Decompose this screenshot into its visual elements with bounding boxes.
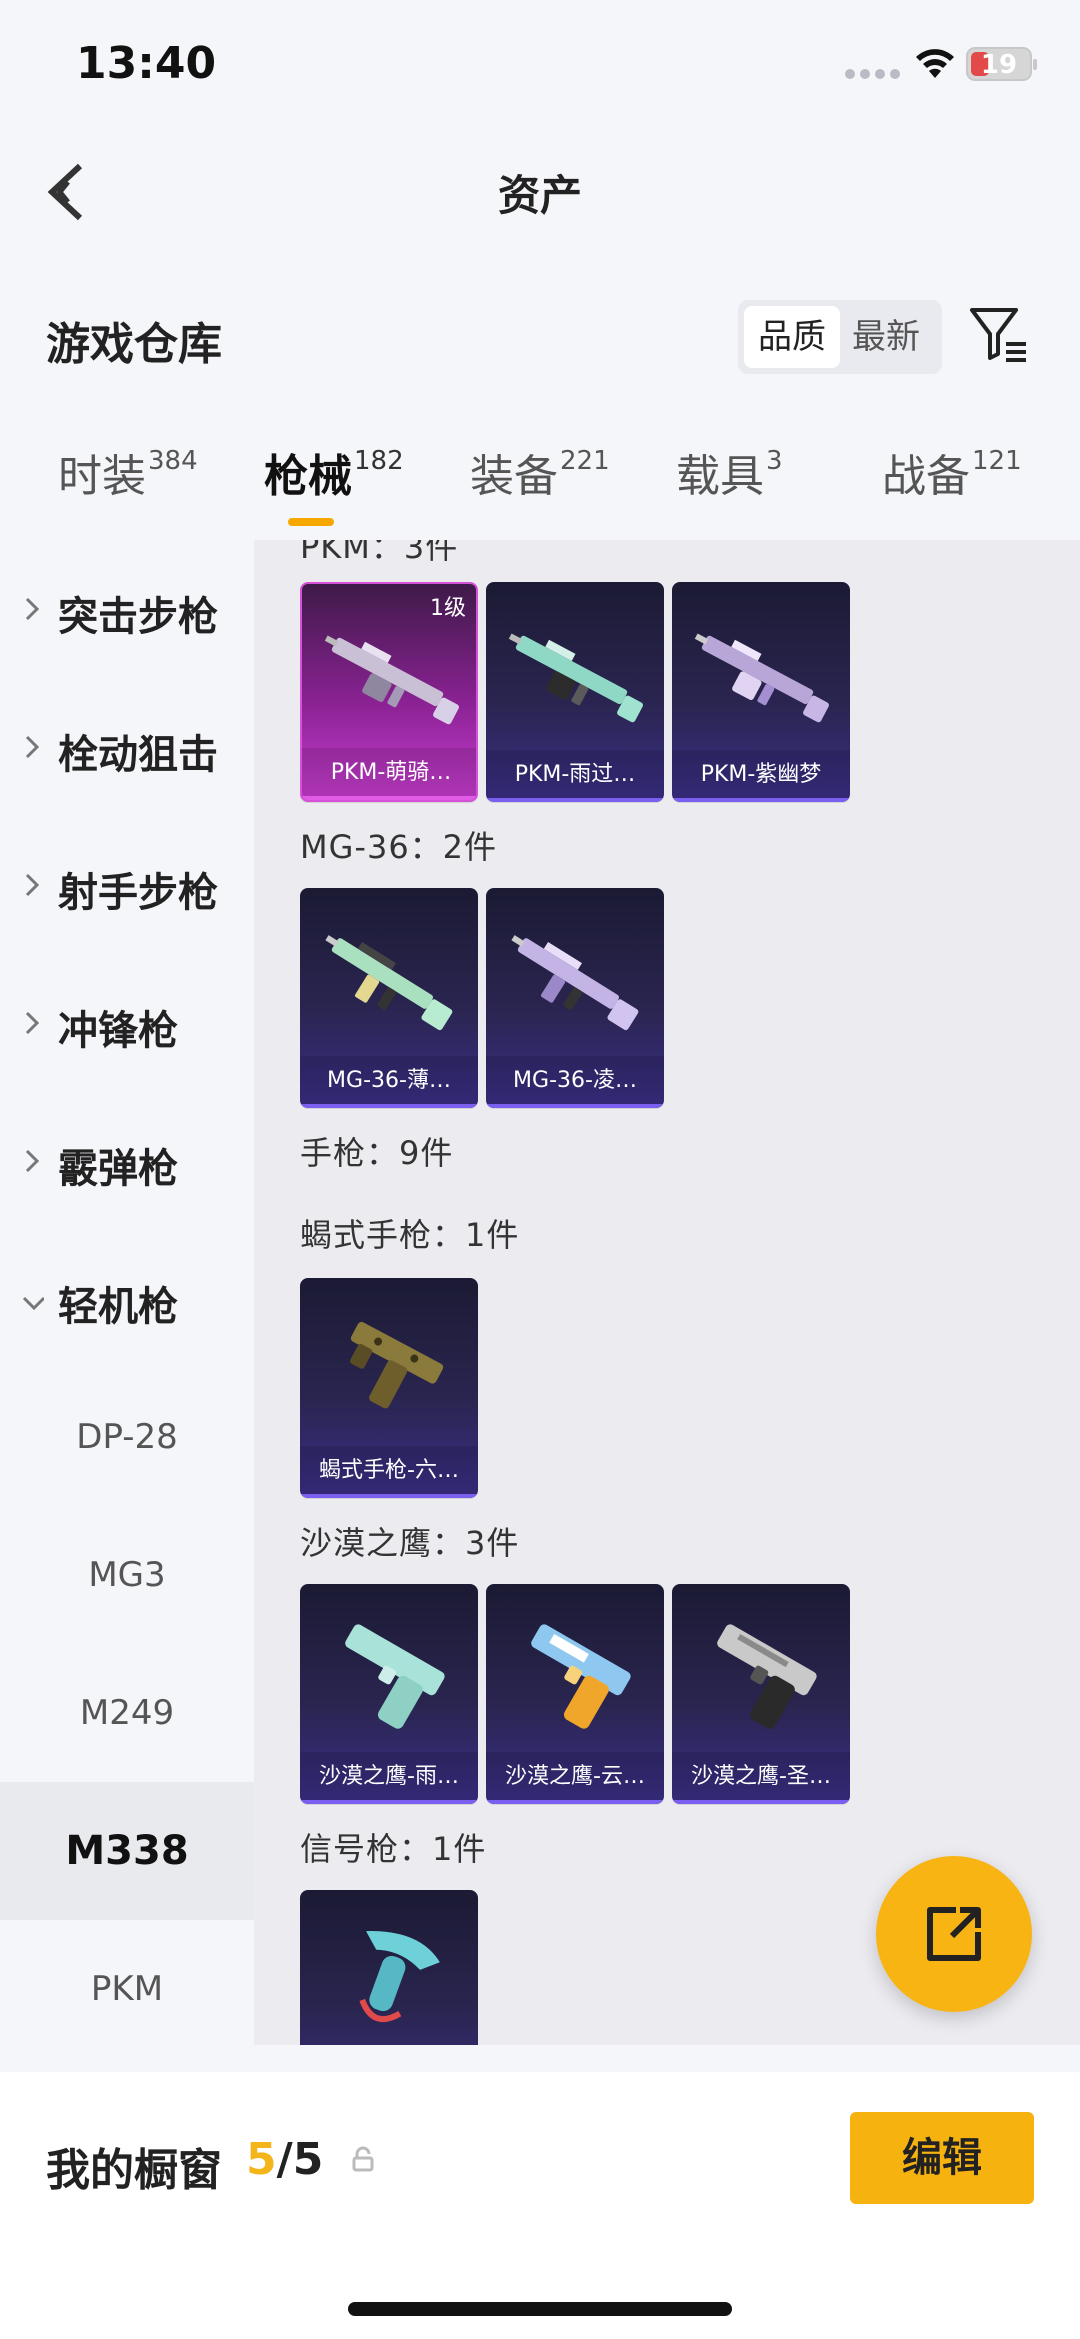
pistol-icon: [717, 1624, 817, 1729]
sidebar-item-lmg[interactable]: 轻机枪: [0, 1230, 254, 1368]
chevron-down-icon: [22, 1296, 44, 1311]
item-name: 蝎式手枪-六…: [300, 1446, 478, 1498]
tab-bar: 时装384 枪械182 装备221 载具3 战备121: [0, 440, 1080, 540]
status-bar: 13:40 19: [0, 0, 1080, 130]
pistol-icon: [531, 1624, 631, 1729]
chevron-right-icon: [25, 735, 40, 759]
machine-gun-icon: [508, 633, 643, 723]
item-name: 沙漠之鹰-雨…: [300, 1752, 478, 1804]
sort-toggle: 品质 最新: [738, 300, 942, 374]
pistol-icon: [345, 1624, 445, 1729]
sidebar-subitem-mg3[interactable]: MG3: [0, 1506, 254, 1644]
sidebar-subitem-m338[interactable]: M338: [0, 1782, 254, 1920]
category-sidebar: 突击步枪 栓动狙击 射手步枪 冲锋枪 霰弹枪 轻机枪 DP-28 MG3 M24…: [0, 540, 254, 2045]
group-title: 蝎式手枪：1件: [300, 1216, 520, 1254]
item-grid: PKM：3件 1级 PKM-萌骑… PKM-雨过… PKM-紫幽梦 MG-36：…: [254, 540, 1080, 2045]
signal-icon: [845, 64, 905, 83]
item-card[interactable]: 沙漠之鹰-雨…: [300, 1584, 478, 1804]
item-level-badge: 1级: [430, 596, 466, 621]
sidebar-item-marksman-rifle[interactable]: 射手步枪: [0, 816, 254, 954]
tab-fashion[interactable]: 时装384: [58, 440, 198, 504]
home-indicator: [348, 2302, 732, 2316]
share-button[interactable]: [876, 1856, 1032, 2012]
item-card[interactable]: PKM-紫幽梦: [672, 582, 850, 802]
page-header: 资产: [0, 130, 1080, 250]
sidebar-item-assault-rifle[interactable]: 突击步枪: [0, 540, 254, 678]
edit-button[interactable]: 编辑: [850, 2112, 1034, 2204]
tab-firearms[interactable]: 枪械182: [264, 440, 404, 504]
tab-supplies[interactable]: 战备121: [882, 440, 1022, 504]
group-title: MG-36：2件: [300, 828, 498, 866]
machine-gun-icon: [324, 635, 459, 725]
sidebar-item-label: 霰弹枪: [58, 1146, 178, 1192]
battery-icon: 19: [966, 47, 1037, 81]
group-title: PKM：3件: [300, 540, 459, 566]
item-card[interactable]: PKM-雨过…: [486, 582, 664, 802]
chevron-right-icon: [25, 1011, 40, 1035]
sidebar-item-smg[interactable]: 冲锋枪: [0, 954, 254, 1092]
warehouse-title: 游戏仓库: [46, 319, 222, 370]
sidebar-item-label: 射手步枪: [58, 870, 218, 916]
item-name: PKM-雨过…: [486, 750, 664, 802]
item-card[interactable]: 1级 PKM-萌骑…: [300, 582, 478, 802]
item-card[interactable]: 沙漠之鹰-圣…: [672, 1584, 850, 1804]
item-card[interactable]: MG-36-薄…: [300, 888, 478, 1108]
item-name: 沙漠之鹰-圣…: [672, 1752, 850, 1804]
item-card[interactable]: 蝎式手枪-六…: [300, 1278, 478, 1498]
battery-level: 19: [980, 50, 1018, 80]
machine-gun-icon: [325, 935, 453, 1031]
sidebar-item-label: 冲锋枪: [58, 1008, 178, 1054]
tab-equipment[interactable]: 装备221: [470, 440, 610, 504]
showcase-count: 5/5: [246, 2134, 323, 2185]
item-card[interactable]: [300, 1890, 478, 2045]
sidebar-subitem-dp28[interactable]: DP-28: [0, 1368, 254, 1506]
tab-vehicles[interactable]: 载具3: [676, 440, 783, 504]
wifi-icon: [916, 49, 954, 78]
group-title: 信号枪：1件: [300, 1830, 487, 1868]
flare-gun-icon: [359, 1931, 440, 2023]
item-name: PKM-萌骑…: [302, 748, 476, 800]
group-title: 沙漠之鹰：3件: [300, 1524, 520, 1562]
sidebar-item-shotgun[interactable]: 霰弹枪: [0, 1092, 254, 1230]
sort-newest-button[interactable]: 最新: [838, 306, 934, 368]
filter-icon[interactable]: [966, 302, 1032, 368]
item-card[interactable]: MG-36-凌…: [486, 888, 664, 1108]
machine-gun-icon: [511, 935, 639, 1031]
item-name: 沙漠之鹰-云…: [486, 1752, 664, 1804]
warehouse-header: 游戏仓库 品质 最新: [0, 290, 1080, 380]
machine-gun-icon: [694, 633, 829, 723]
page-title: 资产: [497, 171, 582, 220]
share-icon: [927, 1907, 981, 1961]
sidebar-item-label: 栓动狙击: [58, 732, 218, 778]
item-name: MG-36-薄…: [300, 1056, 478, 1108]
showcase-title: 我的橱窗: [46, 2145, 222, 2196]
clock: 13:40: [76, 38, 217, 89]
sort-quality-button[interactable]: 品质: [744, 306, 840, 368]
sidebar-item-label: 轻机枪: [58, 1284, 178, 1330]
chevron-right-icon: [25, 597, 40, 621]
tab-active-indicator: [288, 518, 334, 526]
chevron-right-icon: [25, 873, 40, 897]
lock-icon: [352, 2146, 374, 2172]
showcase-bar: 我的橱窗 5/5 编辑: [0, 2072, 1080, 2339]
item-name: MG-36-凌…: [486, 1056, 664, 1108]
sidebar-subitem-pkm[interactable]: PKM: [0, 1920, 254, 2045]
sidebar-item-bolt-sniper[interactable]: 栓动狙击: [0, 678, 254, 816]
item-card[interactable]: 沙漠之鹰-云…: [486, 1584, 664, 1804]
sidebar-item-label: 突击步枪: [58, 594, 218, 640]
pistol-icon: [349, 1321, 444, 1409]
showcase-total: /5: [276, 2134, 324, 2185]
group-title: 手枪：9件: [300, 1134, 454, 1172]
sidebar-subitem-m249[interactable]: M249: [0, 1644, 254, 1782]
item-name: PKM-紫幽梦: [672, 750, 850, 802]
showcase-current: 5: [246, 2134, 277, 2185]
chevron-right-icon: [25, 1149, 40, 1173]
